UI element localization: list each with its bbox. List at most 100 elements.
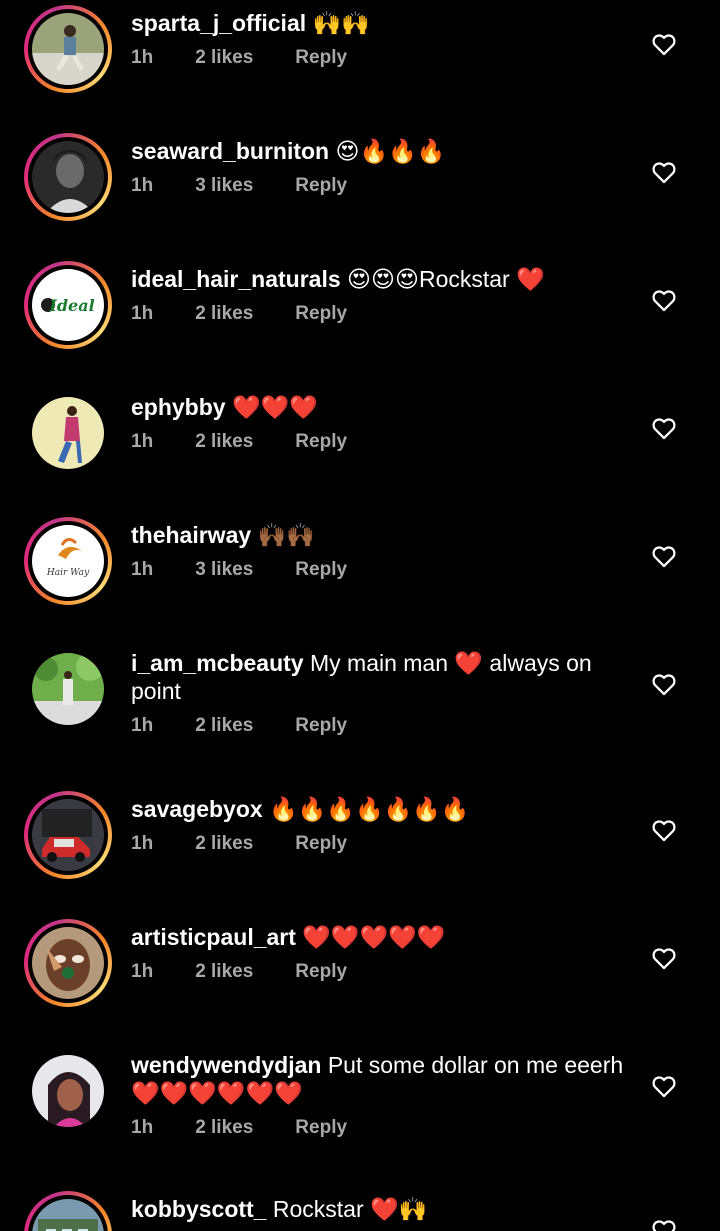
- avatar-image: [32, 141, 104, 213]
- comment-line: ephybby ❤️❤️❤️: [131, 393, 631, 421]
- comment-username[interactable]: sparta_j_official: [131, 10, 306, 36]
- story-ring: [24, 1191, 112, 1231]
- comment-likes[interactable]: 2 likes: [195, 833, 253, 855]
- comment-username[interactable]: wendywendydjan: [131, 1052, 321, 1078]
- comment-item: i_am_mcbeauty My main man ❤️ always on p…: [0, 644, 720, 790]
- reply-button[interactable]: Reply: [295, 961, 347, 983]
- comment-body: sparta_j_official 🙌🙌 1h 2 likes Reply: [131, 9, 631, 69]
- comment-likes[interactable]: 2 likes: [195, 431, 253, 453]
- comment-likes[interactable]: 2 likes: [195, 303, 253, 325]
- heart-outline-icon[interactable]: [650, 670, 678, 698]
- comment-meta: 1h 2 likes Reply: [131, 47, 631, 69]
- comment-item: wendywendydjan Put some dollar on me eee…: [0, 1046, 720, 1192]
- comment-meta: 1h 3 likes Reply: [131, 175, 631, 197]
- comment-body: savagebyox 🔥🔥🔥🔥🔥🔥🔥 1h 2 likes Reply: [131, 795, 631, 855]
- story-ring: Ideal: [24, 261, 112, 349]
- comment-text: 🙌🏾🙌🏾: [257, 522, 315, 548]
- reply-button[interactable]: Reply: [295, 47, 347, 69]
- comment-time: 1h: [131, 431, 154, 452]
- comment-meta: 1h 2 likes Reply: [131, 833, 631, 855]
- comment-line: savagebyox 🔥🔥🔥🔥🔥🔥🔥: [131, 795, 631, 823]
- heart-outline-icon[interactable]: [650, 944, 678, 972]
- avatar-image: Ideal: [32, 269, 104, 341]
- comment-time: 1h: [131, 303, 154, 324]
- heart-outline-icon[interactable]: [650, 1216, 678, 1231]
- comment-line: i_am_mcbeauty My main man ❤️ always on p…: [131, 649, 631, 705]
- comment-likes[interactable]: 2 likes: [195, 1117, 253, 1139]
- comment-username[interactable]: ideal_hair_naturals: [131, 266, 341, 292]
- comment-item: sparta_j_official 🙌🙌 1h 2 likes Reply: [0, 4, 720, 132]
- comment-time: 1h: [131, 833, 154, 854]
- avatar[interactable]: [24, 5, 112, 93]
- avatar[interactable]: [24, 389, 112, 477]
- svg-text:Ideal: Ideal: [48, 296, 94, 315]
- reply-button[interactable]: Reply: [295, 715, 347, 737]
- comment-line: thehairway 🙌🏾🙌🏾: [131, 521, 631, 549]
- heart-outline-icon[interactable]: [650, 816, 678, 844]
- story-ring: [24, 791, 112, 879]
- comment-likes[interactable]: 3 likes: [195, 559, 253, 581]
- reply-button[interactable]: Reply: [295, 1117, 347, 1139]
- avatar[interactable]: Ideal: [24, 261, 112, 349]
- avatar[interactable]: [24, 919, 112, 1007]
- heart-outline-icon[interactable]: [650, 1072, 678, 1100]
- comment-body: wendywendydjan Put some dollar on me eee…: [131, 1051, 631, 1139]
- comment-body: ideal_hair_naturals 😍😍😍Rockstar ❤️ 1h 2 li…: [131, 265, 631, 325]
- avatar[interactable]: [24, 791, 112, 879]
- comment-item: ephybby ❤️❤️❤️ 1h 2 likes Reply: [0, 388, 720, 516]
- comment-username[interactable]: kobbyscott_: [131, 1196, 266, 1222]
- comment-time: 1h: [131, 1117, 154, 1138]
- heart-outline-icon[interactable]: [650, 158, 678, 186]
- comment-time: 1h: [131, 961, 154, 982]
- comment-username[interactable]: i_am_mcbeauty: [131, 650, 304, 676]
- comment-body: kobbyscott_ Rockstar ❤️🙌: [131, 1195, 631, 1223]
- comment-time: 1h: [131, 47, 154, 68]
- comment-likes[interactable]: 2 likes: [195, 715, 253, 737]
- comment-item: seaward_burniton 😍🔥🔥🔥 1h 3 likes Reply: [0, 132, 720, 260]
- avatar[interactable]: [24, 1047, 112, 1135]
- comment-body: seaward_burniton 😍🔥🔥🔥 1h 3 likes Reply: [131, 137, 631, 197]
- comment-username[interactable]: savagebyox: [131, 796, 263, 822]
- reply-button[interactable]: Reply: [295, 303, 347, 325]
- avatar[interactable]: [24, 1191, 112, 1231]
- comment-meta: 1h 2 likes Reply: [131, 1117, 631, 1139]
- avatar[interactable]: [24, 645, 112, 733]
- story-ring: Hair Way: [24, 517, 112, 605]
- comment-body: ephybby ❤️❤️❤️ 1h 2 likes Reply: [131, 393, 631, 453]
- reply-button[interactable]: Reply: [295, 833, 347, 855]
- heart-outline-icon[interactable]: [650, 414, 678, 442]
- comment-line: ideal_hair_naturals 😍😍😍Rockstar ❤️: [131, 265, 631, 293]
- comment-meta: 1h 2 likes Reply: [131, 715, 631, 737]
- comment-line: wendywendydjan Put some dollar on me eee…: [131, 1051, 631, 1107]
- story-ring: [24, 5, 112, 93]
- comment-username[interactable]: thehairway: [131, 522, 251, 548]
- avatar-image: Hair Way: [32, 525, 104, 597]
- comment-username[interactable]: ephybby: [131, 394, 226, 420]
- comment-meta: 1h 3 likes Reply: [131, 559, 631, 581]
- reply-button[interactable]: Reply: [295, 175, 347, 197]
- comment-body: thehairway 🙌🏾🙌🏾 1h 3 likes Reply: [131, 521, 631, 581]
- reply-button[interactable]: Reply: [295, 431, 347, 453]
- comment-meta: 1h 2 likes Reply: [131, 961, 631, 983]
- comment-likes[interactable]: 2 likes: [195, 961, 253, 983]
- heart-outline-icon[interactable]: [650, 542, 678, 570]
- comment-text: ❤️❤️❤️❤️❤️: [302, 924, 446, 950]
- reply-button[interactable]: Reply: [295, 559, 347, 581]
- comment-item: Hair Way thehairway 🙌🏾🙌🏾 1h 3 likes Reply: [0, 516, 720, 644]
- heart-outline-icon[interactable]: [650, 286, 678, 314]
- comment-username[interactable]: seaward_burniton: [131, 138, 329, 164]
- avatar-image: [32, 927, 104, 999]
- comment-item: Ideal ideal_hair_naturals 😍😍😍Rockstar ❤️ 1…: [0, 260, 720, 388]
- comment-item: kobbyscott_ Rockstar ❤️🙌: [0, 1190, 720, 1231]
- comment-line: artisticpaul_art ❤️❤️❤️❤️❤️: [131, 923, 631, 951]
- comment-likes[interactable]: 3 likes: [195, 175, 253, 197]
- avatar-image: [32, 653, 104, 725]
- avatar[interactable]: [24, 133, 112, 221]
- comment-likes[interactable]: 2 likes: [195, 47, 253, 69]
- avatar-image: [32, 397, 104, 469]
- avatar-image: [32, 13, 104, 85]
- heart-outline-icon[interactable]: [650, 30, 678, 58]
- avatar[interactable]: Hair Way: [24, 517, 112, 605]
- comment-body: artisticpaul_art ❤️❤️❤️❤️❤️ 1h 2 likes Repl…: [131, 923, 631, 983]
- comment-username[interactable]: artisticpaul_art: [131, 924, 296, 950]
